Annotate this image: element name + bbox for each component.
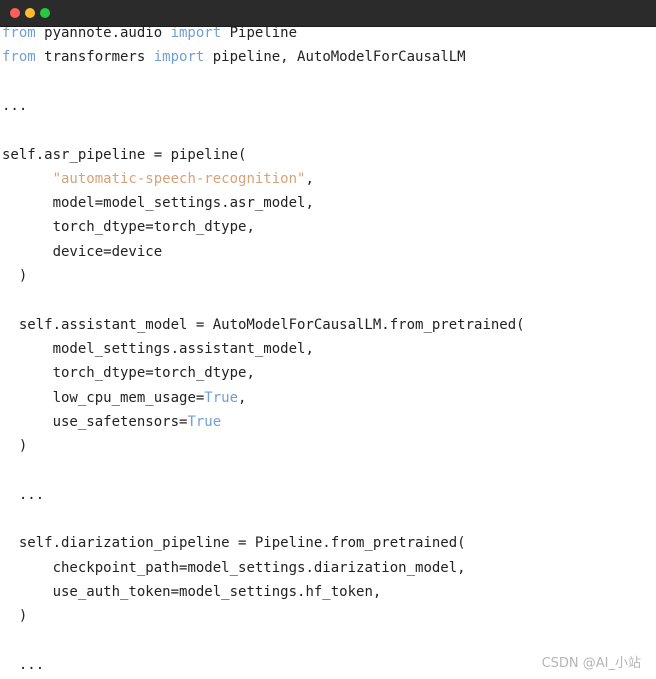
code-line: torch_dtype=torch_dtype, — [2, 218, 255, 236]
code-line: ) — [2, 607, 27, 625]
code-token: self.asr_pipeline = pipeline( — [2, 146, 247, 163]
code-line: ... — [2, 97, 27, 115]
minimize-window-icon[interactable] — [25, 8, 35, 18]
window-titlebar — [0, 0, 656, 27]
code-keyword: from — [2, 49, 36, 66]
code-line: torch_dtype=torch_dtype, — [2, 364, 255, 382]
code-token: , — [238, 389, 247, 406]
code-token: pyannote.audio — [35, 25, 171, 41]
code-line: self.assistant_model = AutoModelForCausa… — [2, 316, 525, 334]
code-token: ... — [18, 486, 45, 503]
code-block: from pyannote.audio import Pipeline from … — [0, 20, 656, 679]
code-token: low_cpu_mem_usage= — [52, 389, 205, 406]
code-line: use_safetensors=True — [2, 413, 222, 431]
code-token: self.assistant_model = AutoModelForCausa… — [18, 316, 525, 333]
maximize-window-icon[interactable] — [40, 8, 50, 18]
code-line: self.diarization_pipeline = Pipeline.fro… — [2, 534, 466, 552]
code-token: torch_dtype=torch_dtype, — [52, 365, 255, 382]
code-line: low_cpu_mem_usage=True, — [2, 389, 247, 407]
code-line: self.asr_pipeline = pipeline( — [2, 146, 246, 164]
code-token: ) — [18, 608, 28, 625]
code-token: model=model_settings.asr_model, — [52, 195, 314, 212]
code-line: ... — [2, 656, 44, 674]
code-keyword: import — [153, 49, 205, 66]
code-window: from pyannote.audio import Pipeline from … — [0, 0, 656, 679]
code-line: from transformers import pipeline, AutoM… — [2, 48, 466, 66]
code-line: model_settings.assistant_model, — [2, 340, 314, 358]
code-boolean: True — [204, 389, 239, 406]
code-token: , — [305, 170, 314, 187]
code-token: ) — [18, 268, 28, 284]
code-token: use_safetensors= — [52, 413, 188, 430]
watermark: CSDN @AI_小站 — [541, 656, 641, 671]
code-token: transformers — [35, 49, 154, 66]
code-token: device=device — [52, 243, 163, 260]
code-line: device=device — [2, 243, 163, 261]
code-token: ... — [18, 656, 45, 673]
code-token: Pipeline — [221, 25, 298, 41]
code-line: "automatic-speech-recognition", — [2, 170, 314, 188]
code-token: checkpoint_path=model_settings.diarizati… — [52, 559, 466, 576]
code-token: ) — [18, 438, 28, 455]
code-keyword: from — [2, 25, 36, 41]
code-line: ) — [2, 437, 27, 455]
code-line: use_auth_token=model_settings.hf_token, — [2, 583, 382, 601]
code-line: ... — [2, 486, 44, 504]
code-line: ) — [2, 267, 27, 285]
code-token: use_auth_token=model_settings.hf_token, — [52, 583, 382, 600]
code-string: "automatic-speech-recognition" — [52, 170, 306, 187]
code-token: model_settings.assistant_model, — [52, 340, 314, 357]
code-token: self.diarization_pipeline = Pipeline.fro… — [18, 535, 466, 552]
code-line: checkpoint_path=model_settings.diarizati… — [2, 559, 466, 577]
code-boolean: True — [187, 413, 222, 430]
code-token: torch_dtype=torch_dtype, — [52, 219, 255, 236]
code-line: model=model_settings.asr_model, — [2, 194, 314, 212]
code-token: pipeline, AutoModelForCausalLM — [204, 49, 466, 66]
close-window-icon[interactable] — [10, 8, 20, 18]
code-keyword: import — [170, 25, 222, 41]
code-token: ... — [2, 97, 28, 114]
